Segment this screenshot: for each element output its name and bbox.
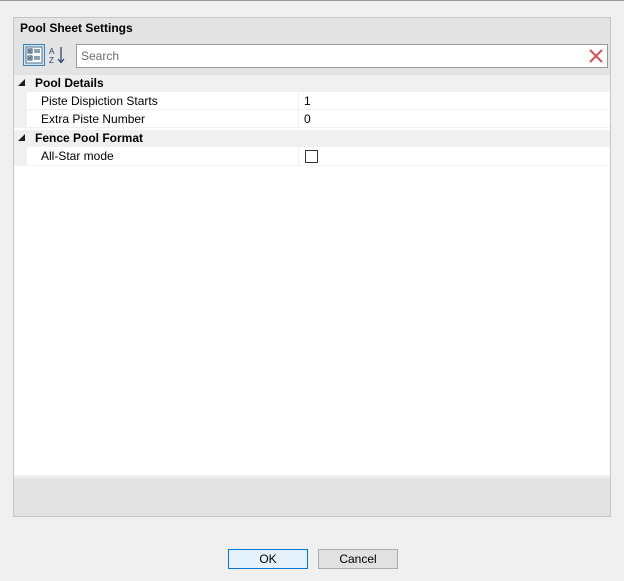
property-value[interactable]: 0 [304,112,311,126]
property-value[interactable]: 1 [304,94,311,108]
categorized-view-icon [25,46,43,64]
ok-button[interactable]: OK [228,549,308,569]
property-row[interactable]: Extra Piste Number 0 [14,110,610,128]
categorized-view-button[interactable] [23,44,45,66]
row-gutter [14,92,27,110]
row-gutter [14,147,27,166]
svg-text:Z: Z [49,56,54,65]
column-separator[interactable] [298,92,299,110]
collapse-triangle-icon[interactable] [18,134,26,142]
property-grid: Pool Details Piste Dispiction Starts 1 E… [14,75,610,475]
category-label: Pool Details [35,76,104,90]
property-name: Extra Piste Number [41,112,146,126]
category-label: Fence Pool Format [35,131,144,145]
description-pane [14,478,610,516]
all-star-mode-checkbox[interactable] [305,150,318,163]
svg-text:A: A [49,47,55,56]
window-top-border [0,0,624,1]
property-row[interactable]: Piste Dispiction Starts 1 [14,92,610,110]
clear-search-button[interactable] [587,47,605,65]
cancel-button[interactable]: Cancel [318,549,398,569]
sort-alphabetical-icon: A Z [49,47,65,65]
alphabetical-sort-button[interactable]: A Z [46,44,68,66]
row-gutter [14,110,27,128]
property-name: All-Star mode [41,149,114,163]
panel-title: Pool Sheet Settings [20,21,133,35]
clear-x-icon [589,49,603,63]
property-grid-toolbar: A Z [14,42,610,72]
column-separator[interactable] [298,110,299,128]
search-box [76,44,608,68]
property-name: Piste Dispiction Starts [41,94,158,108]
category-fence-pool-format[interactable]: Fence Pool Format [14,130,610,147]
category-pool-details[interactable]: Pool Details [14,75,610,92]
collapse-triangle-icon[interactable] [18,79,26,87]
property-row[interactable]: All-Star mode [14,147,610,166]
search-input[interactable] [77,45,585,67]
column-separator[interactable] [298,147,299,166]
property-grid-panel: Pool Sheet Settings A Z Search Pool Deta… [13,17,611,517]
